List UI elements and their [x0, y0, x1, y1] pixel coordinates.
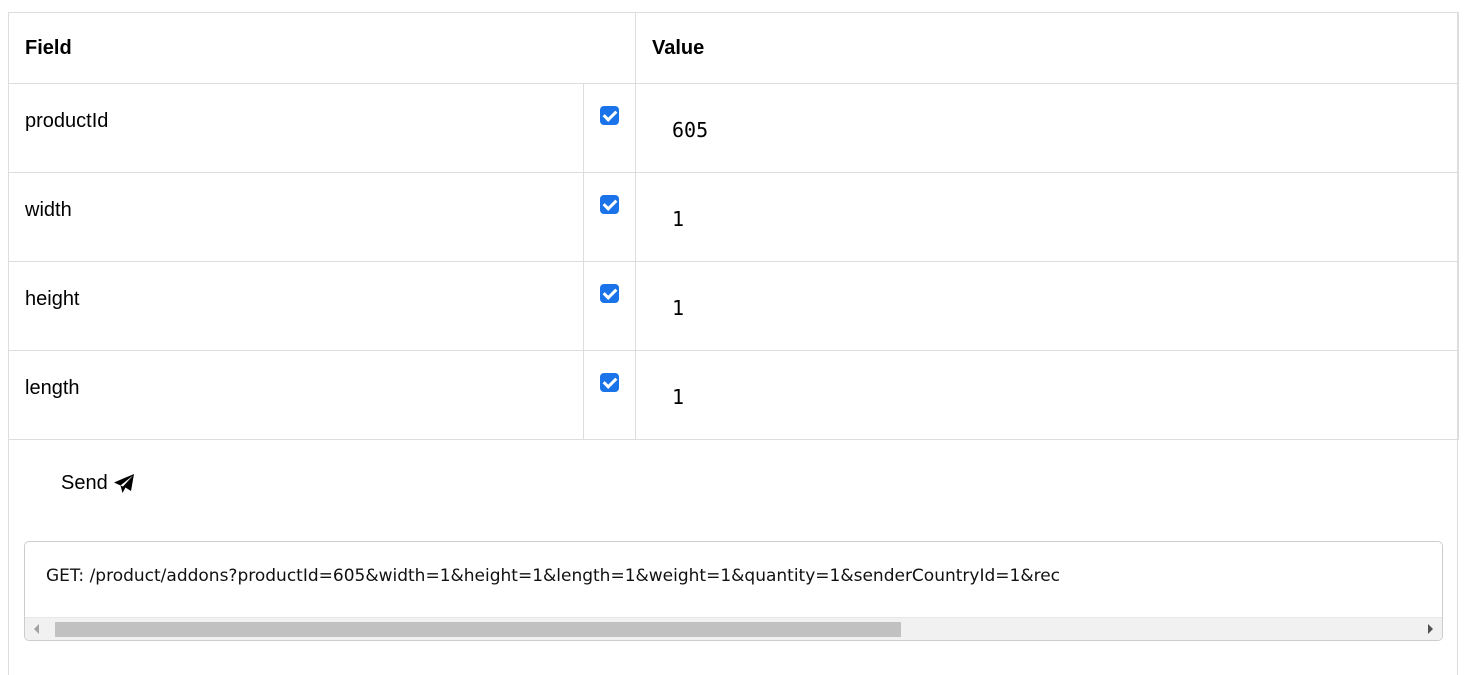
field-name: productId	[8, 83, 584, 173]
paper-plane-icon	[113, 473, 134, 493]
checkbox-checked-icon[interactable]	[600, 373, 619, 392]
checkbox-checked-icon[interactable]	[600, 284, 619, 303]
params-table: Field Value productId 605 width 1 height…	[7, 12, 1460, 440]
request-url-text: GET: /product/addons?productId=605&width…	[46, 566, 1061, 586]
include-checkbox-cell	[582, 261, 637, 351]
checkbox-checked-icon[interactable]	[600, 195, 619, 214]
table-row: length 1	[8, 350, 1460, 440]
table-header-row: Field Value	[7, 12, 1460, 84]
table-row: height 1	[8, 261, 1460, 351]
include-checkbox-cell	[582, 83, 637, 173]
field-value[interactable]: 605	[635, 83, 1460, 173]
horizontal-scrollbar[interactable]	[25, 617, 1442, 640]
field-value[interactable]: 1	[635, 261, 1460, 351]
include-checkbox-cell	[582, 172, 637, 262]
field-column-header: Field	[7, 12, 637, 84]
scroll-right-icon[interactable]	[1428, 624, 1433, 634]
value-column-header: Value	[635, 12, 1460, 84]
request-preview: GET: /product/addons?productId=605&width…	[24, 541, 1443, 641]
send-button[interactable]: Send	[61, 472, 136, 495]
include-checkbox-cell	[582, 350, 637, 440]
send-button-label: Send	[61, 472, 108, 494]
table-row: productId 605	[8, 83, 1460, 173]
field-value[interactable]: 1	[635, 172, 1460, 262]
checkbox-checked-icon[interactable]	[600, 106, 619, 125]
table-row: width 1	[8, 172, 1460, 262]
field-value[interactable]: 1	[635, 350, 1460, 440]
scroll-left-icon[interactable]	[34, 624, 39, 634]
scrollbar-thumb[interactable]	[55, 622, 901, 637]
field-name: width	[8, 172, 584, 262]
field-name: height	[8, 261, 584, 351]
field-name: length	[8, 350, 584, 440]
